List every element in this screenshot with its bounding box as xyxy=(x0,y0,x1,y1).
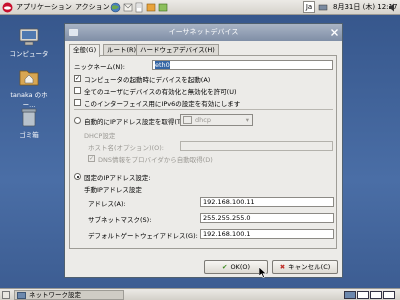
gateway-field[interactable]: 192.168.100.1 xyxy=(200,229,334,239)
address-label: アドレス(A): xyxy=(88,200,126,208)
workspace-1[interactable] xyxy=(344,291,356,299)
cancel-button[interactable]: ✖ キャンセル(C) xyxy=(272,260,338,274)
document-launcher-icon[interactable] xyxy=(134,2,144,13)
desktop-icon-label: ゴミ箱 xyxy=(19,131,39,139)
bottom-panel: ネットワーク設定 xyxy=(0,288,400,300)
trash-desktop-icon[interactable]: ゴミ箱 xyxy=(4,107,54,139)
mail-launcher-icon[interactable] xyxy=(123,2,133,13)
applications-menu[interactable]: アプリケーション xyxy=(16,2,72,13)
manual-ip-header: 手動IPアドレス設定 xyxy=(84,186,142,194)
top-panel: アプリケーション アクション Ja 8月31日 (木) 12:17 xyxy=(0,0,400,15)
taskbar-item-label: ネットワーク設定 xyxy=(29,291,81,299)
auto-ip-label: 自動的にIPアドレス設定を取得(T): xyxy=(84,118,186,126)
chevron-down-icon: ▾ xyxy=(245,116,249,124)
workspace-4[interactable] xyxy=(383,291,395,299)
close-icon[interactable] xyxy=(329,27,340,38)
checkmark-icon: ✔ xyxy=(221,263,228,271)
dhcp-settings-header: DHCP設定 xyxy=(84,132,116,140)
ip-method-value: dhcp xyxy=(195,116,211,124)
cancel-button-label: キャンセル(C) xyxy=(288,263,331,271)
dhcp-method-icon xyxy=(183,116,192,124)
ime-indicator[interactable]: Ja xyxy=(303,1,315,13)
computer-desktop-icon[interactable]: コンピュータ xyxy=(4,28,54,58)
volume-icon[interactable] xyxy=(388,2,398,13)
desktop-icon-label: コンピュータ xyxy=(9,50,49,58)
trash-icon xyxy=(20,107,38,127)
show-desktop-icon[interactable] xyxy=(2,291,10,299)
taskbar-item-network-config[interactable]: ネットワーク設定 xyxy=(14,290,124,300)
window-titlebar[interactable]: イーサネットデバイス xyxy=(65,24,342,41)
dns-auto-checkbox[interactable]: ✓ xyxy=(88,155,95,162)
ok-button-label: OK(O) xyxy=(230,263,251,271)
nickname-label: ニックネーム(N): xyxy=(74,63,125,71)
hostname-field[interactable] xyxy=(180,141,333,151)
address-field[interactable]: 192.168.100.11 xyxy=(200,197,334,207)
hostname-label: ホスト名(オプション)(O): xyxy=(88,144,164,152)
redhat-menu-icon[interactable] xyxy=(2,2,13,13)
start-on-boot-label: コンピュータの起動時にデバイスを起動(A) xyxy=(84,76,211,84)
workspace-2[interactable] xyxy=(357,291,369,299)
mouse-cursor-icon xyxy=(258,266,267,278)
auto-ip-radio[interactable] xyxy=(74,117,81,124)
computer-icon xyxy=(18,28,40,46)
separator xyxy=(74,109,333,110)
spreadsheet-launcher-icon[interactable] xyxy=(158,2,168,13)
actions-menu[interactable]: アクション xyxy=(75,2,110,13)
browser-launcher-icon[interactable] xyxy=(110,2,122,13)
desktop-icon-label: tanaka のホー... xyxy=(10,91,48,109)
workspace-3[interactable] xyxy=(370,291,382,299)
allow-all-users-label: 全てのユーザにデバイスの有効化と無効化を許可(U) xyxy=(84,88,237,96)
nickname-value: eth0 xyxy=(155,61,170,69)
ethernet-device-dialog: イーサネットデバイス 全般(G) ルート(R) ハードウェアデバイス(H) ニッ… xyxy=(64,23,343,278)
general-tab-panel: ニックネーム(N): eth0 ✓ コンピュータの起動時にデバイスを起動(A) … xyxy=(69,55,337,249)
static-ip-label: 固定のIPアドレス設定: xyxy=(84,174,151,182)
netmask-field[interactable]: 255.255.255.0 xyxy=(200,213,334,223)
enable-ipv6-checkbox[interactable] xyxy=(74,99,81,106)
allow-all-users-checkbox[interactable] xyxy=(74,87,81,94)
dns-auto-label: DNS情報をプロバイダから自動取得(D) xyxy=(98,156,213,164)
network-status-icon[interactable] xyxy=(318,2,328,13)
tab-general[interactable]: 全般(G) xyxy=(69,44,101,57)
home-folder-desktop-icon[interactable]: tanaka のホー... xyxy=(4,67,54,109)
presentation-launcher-icon[interactable] xyxy=(146,2,156,13)
static-ip-radio[interactable] xyxy=(74,173,81,180)
window-title: イーサネットデバイス xyxy=(168,28,239,36)
cancel-x-icon: ✖ xyxy=(279,263,286,271)
ip-method-select[interactable]: dhcp ▾ xyxy=(180,114,253,126)
nickname-field[interactable]: eth0 xyxy=(152,60,333,70)
home-folder-icon xyxy=(18,67,40,87)
enable-ipv6-label: このインターフェイス用にIPv6の設定を有効にします xyxy=(84,100,241,108)
start-on-boot-checkbox[interactable]: ✓ xyxy=(74,75,81,82)
gateway-label: デフォルトゲートウェイアドレス(G): xyxy=(88,232,198,240)
netmask-label: サブネットマスク(S): xyxy=(88,216,152,224)
network-config-icon xyxy=(17,292,26,299)
